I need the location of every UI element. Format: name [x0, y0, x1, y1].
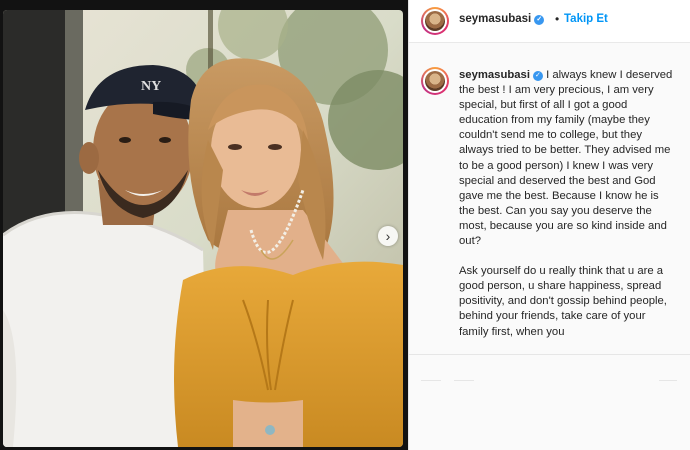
- post-photo[interactable]: NY: [3, 10, 403, 447]
- post-header: seymasubasi ✓ • Takip Et: [409, 0, 690, 43]
- follow-button[interactable]: Takip Et: [564, 13, 608, 25]
- post-media-pane: NY ›: [0, 0, 408, 450]
- couple-photo-illustration: NY: [3, 10, 403, 447]
- verified-badge-icon: ✓: [534, 15, 545, 25]
- caption-paragraph-1: seymasubasi ✓ I always knew I deserved th…: [459, 68, 675, 249]
- post-caption: seymasubasi ✓ I always knew I deserved th…: [459, 68, 675, 340]
- verified-badge-icon: ✓: [532, 71, 543, 81]
- faded-icon-mark: [659, 380, 677, 381]
- carousel-next-button[interactable]: ›: [378, 226, 398, 246]
- chevron-right-icon: ›: [385, 228, 391, 244]
- faded-icon-mark: [421, 380, 441, 381]
- post-author-username[interactable]: seymasubasi ✓: [459, 13, 545, 25]
- caption-text-1: I always knew I deserved the best ! I am…: [459, 69, 673, 248]
- caption-avatar[interactable]: [421, 67, 449, 95]
- avatar[interactable]: [421, 7, 449, 35]
- caption-fade-overlay: [409, 340, 690, 450]
- divider: [409, 354, 690, 355]
- post-details-pane: seymasubasi ✓ • Takip Et seymasubasi ✓ I a…: [408, 0, 690, 450]
- separator-dot: •: [555, 12, 560, 26]
- caption-paragraph-2: Ask yourself do u really think that u ar…: [459, 265, 667, 338]
- svg-text:NY: NY: [141, 79, 161, 94]
- faded-icon-mark: [454, 380, 474, 381]
- caption-username[interactable]: seymasubasi: [459, 69, 530, 81]
- username-text[interactable]: seymasubasi: [459, 13, 531, 25]
